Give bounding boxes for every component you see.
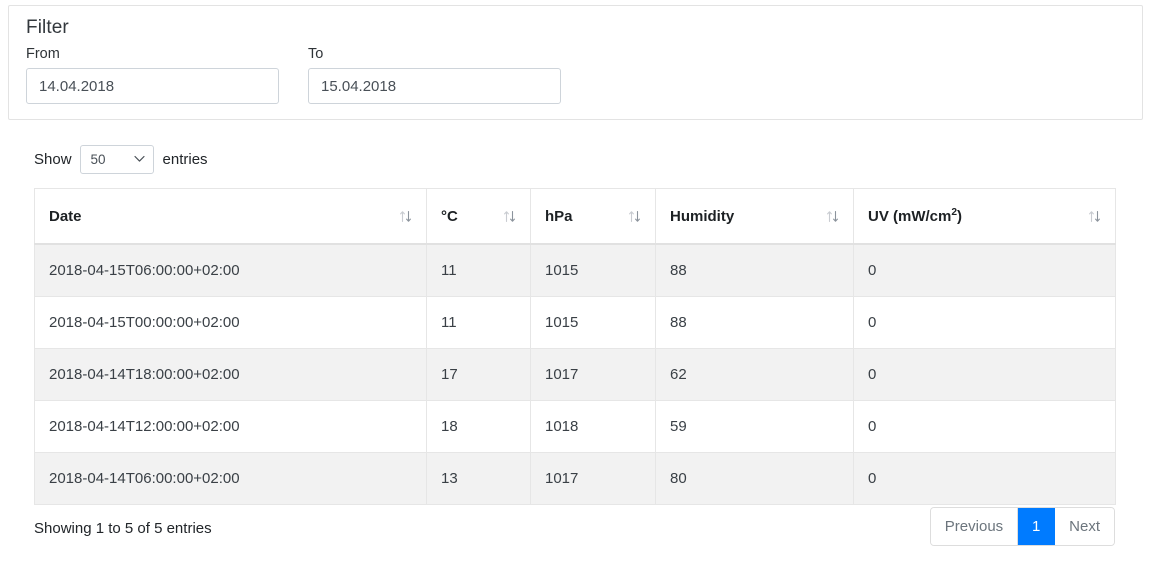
cell-humidity: 62 bbox=[655, 348, 854, 401]
length-menu-prefix-label: Show bbox=[34, 150, 72, 168]
from-date-label: From bbox=[26, 46, 60, 62]
cell-date: 2018-04-14T06:00:00+02:00 bbox=[34, 452, 427, 505]
column-header-humidity-label: Humidity bbox=[670, 207, 735, 225]
cell-uv: 0 bbox=[853, 243, 1116, 297]
pagination: Previous 1 Next bbox=[929, 507, 1115, 546]
table-row: 2018-04-15T06:00:00+02:00 11 1015 88 0 bbox=[34, 243, 1116, 297]
cell-hpa: 1017 bbox=[530, 452, 656, 505]
sort-arrows-icon bbox=[1088, 210, 1101, 223]
cell-uv: 0 bbox=[853, 400, 1116, 453]
filter-title: Filter bbox=[26, 17, 69, 38]
table-row: 2018-04-14T12:00:00+02:00 18 1018 59 0 bbox=[34, 400, 1116, 453]
pagination-previous-button[interactable]: Previous bbox=[930, 508, 1019, 545]
cell-hpa: 1017 bbox=[530, 348, 656, 401]
column-header-uv[interactable]: UV (mW/cm2) bbox=[853, 188, 1116, 245]
cell-celsius: 11 bbox=[426, 243, 531, 297]
column-header-hpa[interactable]: hPa bbox=[530, 188, 656, 245]
cell-date: 2018-04-15T00:00:00+02:00 bbox=[34, 296, 427, 349]
cell-uv: 0 bbox=[853, 452, 1116, 505]
cell-celsius: 17 bbox=[426, 348, 531, 401]
cell-uv: 0 bbox=[853, 348, 1116, 401]
cell-uv: 0 bbox=[853, 296, 1116, 349]
table-head: Date °C hPa Humidity UV (mW/cm2) bbox=[34, 188, 1116, 245]
pagination-page-1-button[interactable]: 1 bbox=[1018, 508, 1056, 545]
sort-arrows-icon bbox=[628, 210, 641, 223]
column-header-hpa-label: hPa bbox=[545, 207, 573, 225]
entries-per-page-select[interactable]: 102550100 bbox=[79, 144, 154, 174]
filter-card: Filter From To bbox=[8, 5, 1143, 120]
column-header-date-label: Date bbox=[49, 207, 82, 225]
table-header-row: Date °C hPa Humidity UV (mW/cm2) bbox=[34, 188, 1116, 245]
cell-date: 2018-04-14T18:00:00+02:00 bbox=[34, 348, 427, 401]
cell-humidity: 88 bbox=[655, 243, 854, 297]
table-row: 2018-04-14T06:00:00+02:00 13 1017 80 0 bbox=[34, 452, 1116, 505]
cell-hpa: 1015 bbox=[530, 243, 656, 297]
cell-celsius: 18 bbox=[426, 400, 531, 453]
column-header-uv-label: UV (mW/cm2) bbox=[868, 206, 963, 225]
column-header-date[interactable]: Date bbox=[34, 188, 427, 245]
table-info: Showing 1 to 5 of 5 entries bbox=[34, 520, 212, 537]
length-select-wrap: 102550100 bbox=[79, 144, 154, 174]
length-menu: Show 102550100 entries bbox=[34, 144, 208, 174]
cell-date: 2018-04-14T12:00:00+02:00 bbox=[34, 400, 427, 453]
column-header-humidity[interactable]: Humidity bbox=[655, 188, 854, 245]
column-header-celsius-label: °C bbox=[441, 207, 458, 225]
cell-humidity: 80 bbox=[655, 452, 854, 505]
cell-celsius: 13 bbox=[426, 452, 531, 505]
table-row: 2018-04-14T18:00:00+02:00 17 1017 62 0 bbox=[34, 348, 1116, 401]
to-date-label: To bbox=[308, 46, 324, 62]
sort-arrows-icon bbox=[503, 210, 516, 223]
cell-hpa: 1018 bbox=[530, 400, 656, 453]
cell-celsius: 11 bbox=[426, 296, 531, 349]
length-menu-suffix-label: entries bbox=[162, 150, 208, 168]
sort-arrows-icon bbox=[399, 210, 412, 223]
table-body: 2018-04-15T06:00:00+02:00 11 1015 88 0 2018-0… bbox=[34, 243, 1116, 505]
cell-humidity: 88 bbox=[655, 296, 854, 349]
column-header-celsius[interactable]: °C bbox=[426, 188, 531, 245]
to-date-group: To bbox=[308, 45, 561, 104]
from-date-group: From bbox=[26, 45, 279, 104]
weather-data-table: Date °C hPa Humidity UV (mW/cm2) 2018-04… bbox=[34, 188, 1116, 505]
data-table-container: Date °C hPa Humidity UV (mW/cm2) 2018-04… bbox=[34, 188, 1116, 505]
cell-humidity: 59 bbox=[655, 400, 854, 453]
sort-arrows-icon bbox=[826, 210, 839, 223]
to-date-input[interactable] bbox=[308, 68, 561, 104]
table-row: 2018-04-15T00:00:00+02:00 11 1015 88 0 bbox=[34, 296, 1116, 349]
pagination-next-button[interactable]: Next bbox=[1055, 508, 1114, 545]
weather-data-page: Filter From To Show 102550100 entries bbox=[0, 0, 1150, 582]
cell-hpa: 1015 bbox=[530, 296, 656, 349]
from-date-input[interactable] bbox=[26, 68, 279, 104]
cell-date: 2018-04-15T06:00:00+02:00 bbox=[34, 243, 427, 297]
